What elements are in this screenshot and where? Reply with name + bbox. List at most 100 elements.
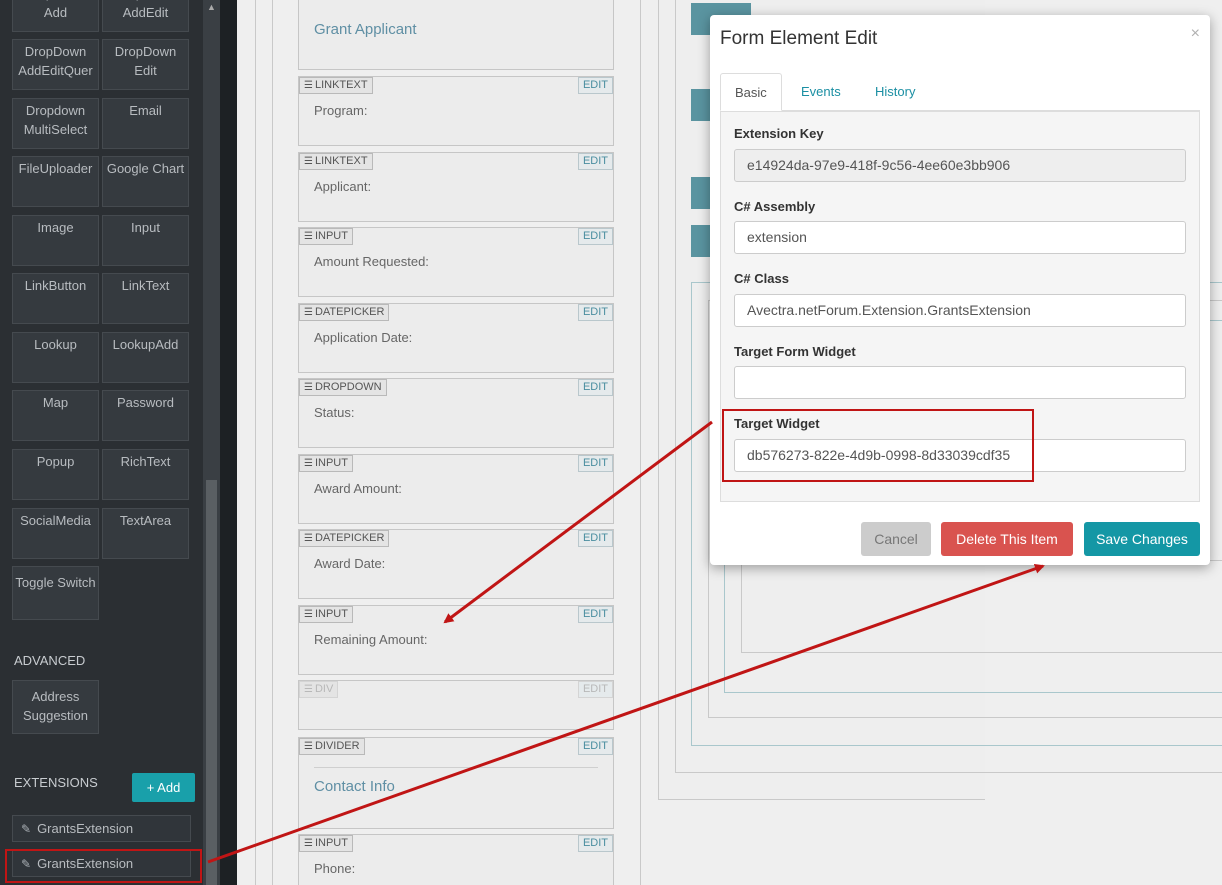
assembly-label: C# Assembly (734, 199, 816, 214)
form-field-card[interactable]: ☰ LINKTEXT EDIT Applicant: (298, 152, 614, 222)
field-type-tag[interactable]: ☰ LINKTEXT (299, 77, 373, 94)
form-field-card[interactable]: ☰ DIV EDIT (298, 680, 614, 730)
field-label: Remaining Amount: (314, 632, 428, 647)
palette-tile[interactable]: Image (12, 215, 99, 266)
field-type-tag[interactable]: ☰ INPUT (299, 835, 353, 852)
palette-tile[interactable]: LinkText (102, 273, 189, 324)
delete-item-button[interactable]: Delete This Item (941, 522, 1073, 556)
drag-handle-icon[interactable]: ☰ (304, 307, 313, 318)
edit-icon: ✎ (21, 822, 32, 836)
layout-container (741, 560, 1222, 653)
form-field-card[interactable]: ☰ INPUT EDIT Phone: (298, 834, 614, 885)
drag-handle-icon[interactable]: ☰ (304, 741, 313, 752)
palette-tile[interactable]: SocialMedia (12, 508, 99, 559)
tab-history[interactable]: History (861, 73, 929, 111)
palette-tile[interactable]: LookupAdd (102, 332, 189, 383)
form-field-card[interactable]: ☰ INPUT EDIT Remaining Amount: (298, 605, 614, 675)
form-field-card[interactable]: ☰ DATEPICKER EDIT Award Date: (298, 529, 614, 599)
save-changes-button[interactable]: Save Changes (1084, 522, 1200, 556)
palette-tile[interactable]: Dropdown MultiSelect (12, 98, 99, 149)
palette-tile[interactable]: DropDown AddEdit (102, 0, 189, 32)
assembly-field[interactable]: extension (734, 221, 1186, 254)
palette-tile[interactable]: TextArea (102, 508, 189, 559)
palette-tile[interactable]: DropDown Edit (102, 39, 189, 90)
component-palette: DropDown Add DropDown AddEdit DropDown A… (0, 0, 203, 885)
drag-handle-icon[interactable]: ☰ (304, 533, 313, 544)
drag-handle-icon[interactable]: ☰ (304, 609, 313, 620)
field-type-tag[interactable]: ☰ INPUT (299, 606, 353, 623)
target-form-widget-field[interactable] (734, 366, 1186, 399)
palette-tile[interactable]: Google Chart (102, 156, 189, 207)
palette-tile[interactable]: Lookup (12, 332, 99, 383)
class-field[interactable]: Avectra.netForum.Extension.GrantsExtensi… (734, 294, 1186, 327)
advanced-section-label: ADVANCED (14, 653, 86, 668)
form-field-card[interactable]: ☰ DROPDOWN EDIT Status: (298, 378, 614, 448)
drag-handle-icon[interactable]: ☰ (304, 231, 313, 242)
field-type-tag[interactable]: ☰ DATEPICKER (299, 530, 390, 547)
field-label: Applicant: (314, 179, 372, 194)
palette-tile[interactable]: Map (12, 390, 99, 441)
field-type-tag[interactable]: ☰ DIV (299, 681, 339, 698)
form-field-card[interactable]: Grant Applicant (298, 0, 614, 70)
tab-events[interactable]: Events (787, 73, 855, 111)
palette-tile[interactable]: RichText (102, 449, 189, 500)
palette-tile[interactable]: Address Suggestion (12, 680, 99, 734)
form-field-card[interactable]: ☰ INPUT EDIT Amount Requested: (298, 227, 614, 297)
field-label: Award Date: (314, 556, 386, 571)
field-edit-button[interactable]: EDIT (578, 835, 613, 852)
field-label: Award Amount: (314, 481, 402, 496)
field-type-tag[interactable]: ☰ DATEPICKER (299, 304, 390, 321)
field-label: Phone: (314, 861, 356, 876)
field-label: Status: (314, 405, 355, 420)
sidebar-scroll-thumb[interactable] (206, 480, 217, 885)
section-heading: Contact Info (314, 778, 395, 795)
modal-title: Form Element Edit (720, 28, 878, 49)
section-heading: Grant Applicant (314, 21, 417, 38)
scroll-up-icon[interactable]: ▲ (203, 0, 220, 14)
palette-tile[interactable]: Password (102, 390, 189, 441)
drag-handle-icon[interactable]: ☰ (304, 684, 313, 695)
drag-handle-icon[interactable]: ☰ (304, 382, 313, 393)
field-edit-button[interactable]: EDIT (578, 228, 613, 245)
palette-tile[interactable]: Email (102, 98, 189, 149)
palette-tile[interactable]: Input (102, 215, 189, 266)
field-edit-button[interactable]: EDIT (578, 455, 613, 472)
field-edit-button[interactable]: EDIT (578, 738, 613, 755)
field-edit-button[interactable]: EDIT (578, 379, 613, 396)
field-edit-button[interactable]: EDIT (578, 153, 613, 170)
field-type-tag[interactable]: ☰ INPUT (299, 228, 353, 245)
extension-key-field[interactable]: e14924da-97e9-418f-9c56-4ee60e3bb906 (734, 149, 1186, 182)
field-type-tag[interactable]: ☰ DROPDOWN (299, 379, 387, 396)
field-edit-button[interactable]: EDIT (578, 681, 613, 698)
field-type-tag[interactable]: ☰ INPUT (299, 455, 353, 472)
drag-handle-icon[interactable]: ☰ (304, 458, 313, 469)
palette-tile[interactable]: DropDown Add (12, 0, 99, 32)
form-field-card[interactable]: ☰ DATEPICKER EDIT Application Date: (298, 303, 614, 373)
palette-tile[interactable]: FileUploader (12, 156, 99, 207)
cancel-button[interactable]: Cancel (861, 522, 931, 556)
field-type-tag[interactable]: ☰ DIVIDER (299, 738, 365, 755)
annotation-highlight-box (722, 409, 1034, 482)
palette-tile[interactable]: LinkButton (12, 273, 99, 324)
palette-tile[interactable]: DropDown AddEditQuer (12, 39, 99, 90)
drag-handle-icon[interactable]: ☰ (304, 80, 313, 91)
add-extension-button[interactable]: + Add (132, 773, 195, 802)
field-edit-button[interactable]: EDIT (578, 530, 613, 547)
close-icon[interactable]: × (1191, 25, 1200, 43)
tab-basic[interactable]: Basic (720, 73, 782, 111)
drag-handle-icon[interactable]: ☰ (304, 156, 313, 167)
drag-handle-icon[interactable]: ☰ (304, 838, 313, 849)
form-field-card[interactable]: ☰ LINKTEXT EDIT Program: (298, 76, 614, 146)
field-edit-button[interactable]: EDIT (578, 304, 613, 321)
field-type-tag[interactable]: ☰ LINKTEXT (299, 153, 373, 170)
field-edit-button[interactable]: EDIT (578, 77, 613, 94)
form-field-card[interactable]: ☰ DIVIDER EDIT Contact Info (298, 737, 614, 829)
extensions-section-label: EXTENSIONS (14, 775, 98, 790)
extension-item[interactable]: ✎ GrantsExtension (12, 815, 191, 842)
palette-tile[interactable]: Toggle Switch (12, 566, 99, 620)
form-field-card[interactable]: ☰ INPUT EDIT Award Amount: (298, 454, 614, 524)
field-label: Application Date: (314, 330, 413, 345)
field-edit-button[interactable]: EDIT (578, 606, 613, 623)
class-label: C# Class (734, 271, 789, 286)
palette-tile[interactable]: Popup (12, 449, 99, 500)
